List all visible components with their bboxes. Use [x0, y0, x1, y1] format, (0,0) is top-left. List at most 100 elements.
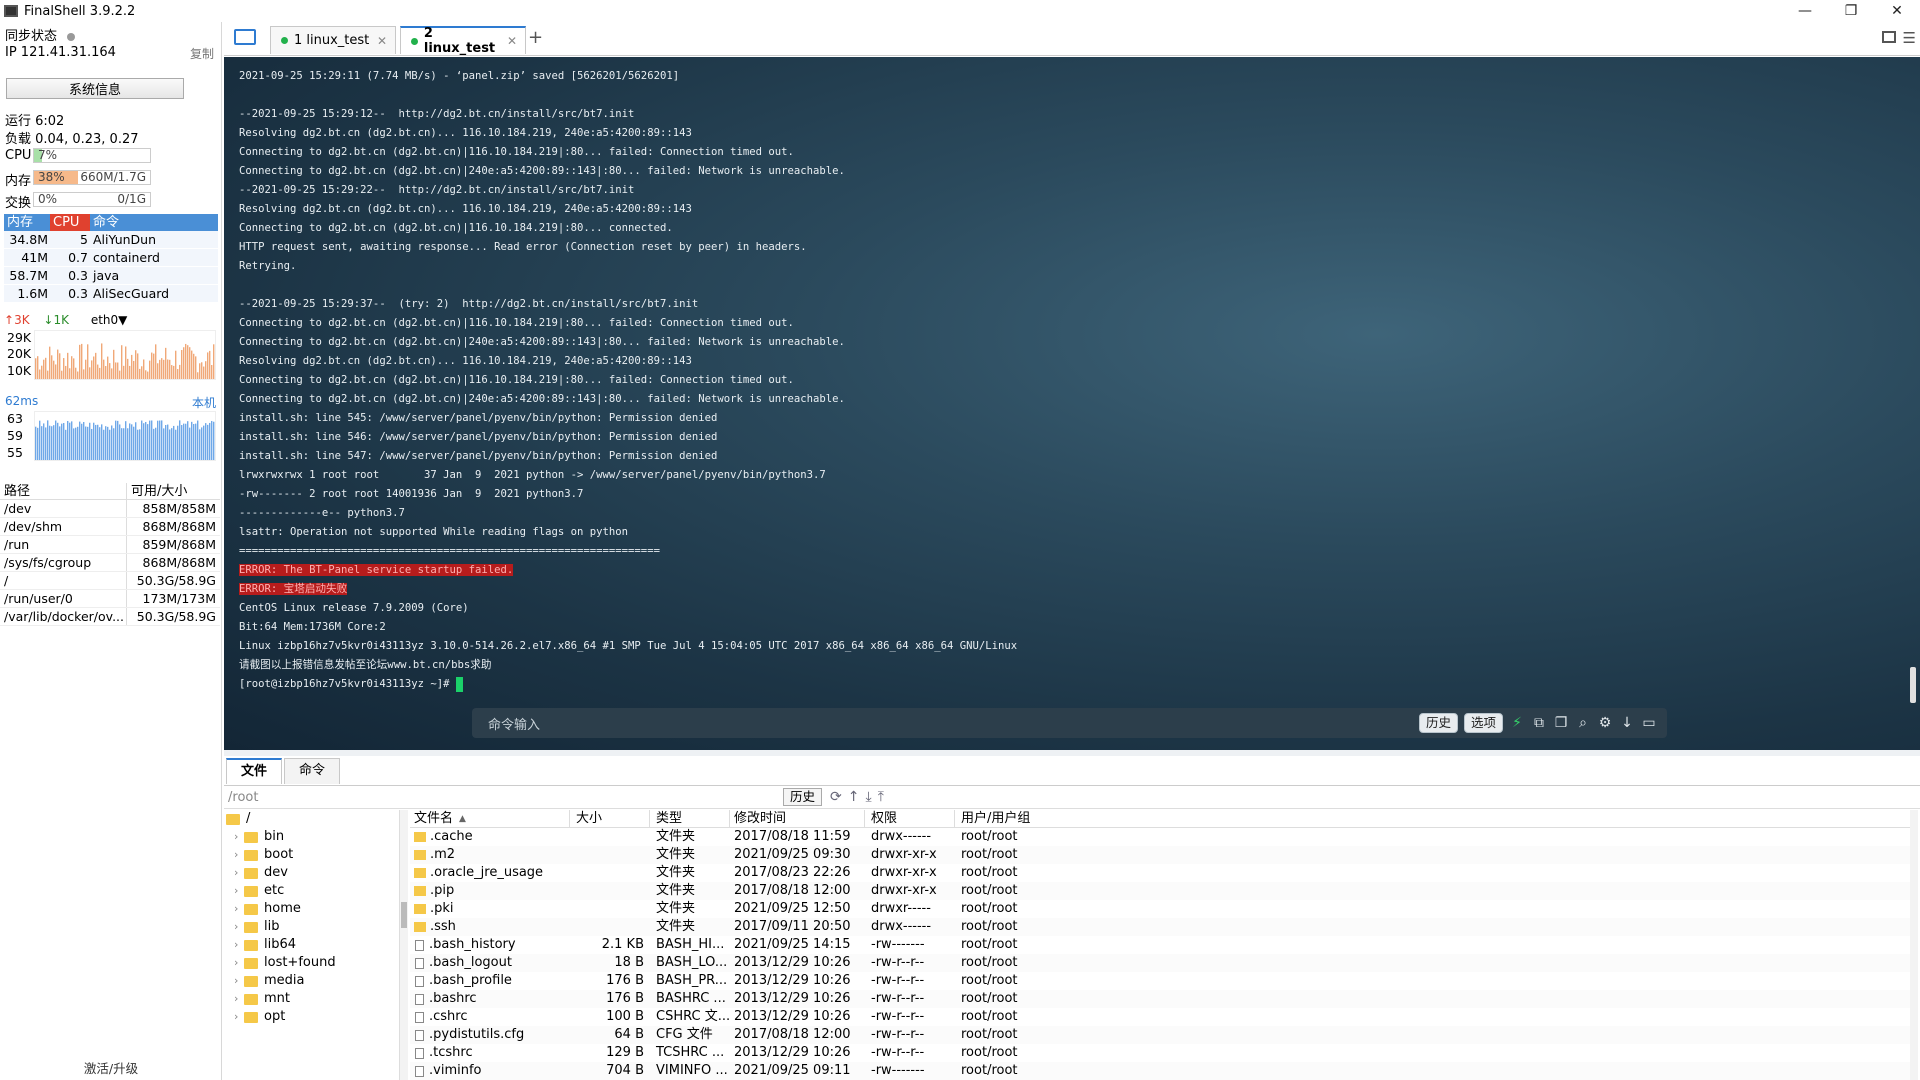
proc-header-cpu[interactable]: CPU — [50, 214, 90, 231]
paste-icon[interactable]: ❐ — [1553, 715, 1569, 731]
col-modified[interactable]: 修改时间 — [730, 810, 865, 827]
command-input-bar[interactable]: 命令输入 历史 选项 ⚡ ⧉ ❐ ⌕ ⚙ ↓ ▭ — [472, 708, 1667, 738]
disk-row[interactable]: /run/user/0 173M/173M — [0, 590, 220, 608]
copy-icon[interactable]: ⧉ — [1531, 715, 1547, 731]
file-rows: .cache 文件夹 2017/08/18 11:59 drwx------ root/… — [410, 828, 1910, 1080]
ping-target[interactable]: 本机 — [192, 394, 216, 411]
tree-expand-icon[interactable]: › — [234, 954, 244, 972]
system-info-button[interactable]: 系统信息 — [6, 78, 184, 99]
tree-expand-icon[interactable]: › — [234, 900, 244, 918]
close-icon[interactable]: ✕ — [1874, 0, 1920, 22]
lightning-icon[interactable]: ⚡ — [1509, 715, 1525, 731]
tree-node[interactable]: › mnt — [224, 990, 399, 1008]
gear-icon[interactable]: ⚙ — [1597, 715, 1613, 731]
tree-node[interactable]: › lib64 — [224, 936, 399, 954]
file-row[interactable]: .tcshrc 129 B TCSHRC ... 2013/12/29 10:26 -r… — [410, 1044, 1910, 1062]
minimize-icon[interactable]: — — [1782, 0, 1828, 22]
terminal-line: Connecting to dg2.bt.cn (dg2.bt.cn)|116.… — [239, 317, 794, 329]
upload-file-icon[interactable]: ⤒ — [878, 789, 884, 805]
file-row[interactable]: .bash_history 2.1 KB BASH_HI... 2021/09/25 … — [410, 936, 1910, 954]
command-input[interactable]: 命令输入 — [488, 714, 540, 733]
close-tab-icon[interactable]: ✕ — [507, 34, 517, 48]
close-tab-icon[interactable]: ✕ — [377, 34, 387, 48]
tree-expand-icon[interactable]: › — [234, 918, 244, 936]
refresh-icon[interactable]: ⟳ — [830, 789, 842, 805]
history-button[interactable]: 历史 — [1418, 713, 1458, 733]
network-interface-select[interactable]: eth0 — [91, 313, 118, 327]
path-history-button[interactable]: 历史 — [783, 788, 823, 806]
layout-grid-icon[interactable] — [1882, 31, 1896, 43]
file-row[interactable]: .cshrc 100 B CSHRC 文... 2013/12/29 10:26 -rw… — [410, 1008, 1910, 1026]
tab-files[interactable]: 文件 — [226, 758, 283, 784]
tree-expand-icon[interactable]: › — [234, 936, 244, 954]
proc-header-cmd[interactable]: 命令 — [90, 214, 218, 231]
file-row[interactable]: .pip 文件夹 2017/08/18 12:00 drwxr-xr-x root/ro… — [410, 882, 1910, 900]
terminal[interactable]: 2021-09-25 15:29:11 (7.74 MB/s) - ‘panel… — [224, 57, 1920, 750]
tree-scrollbar[interactable] — [400, 810, 408, 1080]
tree-node[interactable]: › lib — [224, 918, 399, 936]
download-icon[interactable]: ↓ — [1619, 715, 1635, 731]
disk-row[interactable]: /var/lib/docker/ov... 50.3G/58.9G — [0, 608, 220, 626]
chevron-down-icon[interactable]: ▼ — [118, 313, 127, 327]
col-type[interactable]: 类型 — [650, 810, 730, 827]
folder-open-icon[interactable] — [234, 29, 256, 45]
path-input[interactable]: /root — [228, 790, 783, 805]
tree-expand-icon[interactable]: › — [234, 1008, 244, 1026]
tree-node[interactable]: › media — [224, 972, 399, 990]
tree-scroll-thumb[interactable] — [401, 902, 407, 928]
terminal-scrollbar[interactable] — [1910, 667, 1916, 703]
file-row[interactable]: .bash_logout 18 B BASH_LO... 2013/12/29 10:… — [410, 954, 1910, 972]
tree-node[interactable]: › opt — [224, 1008, 399, 1026]
tree-node[interactable]: › lost+found — [224, 954, 399, 972]
file-row[interactable]: .viminfo 704 B VIMINFO ... 2021/09/25 09:11… — [410, 1062, 1910, 1080]
file-row[interactable]: .bash_profile 176 B BASH_PR... 2013/12/29 1… — [410, 972, 1910, 990]
disk-row[interactable]: / 50.3G/58.9G — [0, 572, 220, 590]
file-row[interactable]: .pki 文件夹 2021/09/25 12:50 drwxr----- root/ro… — [410, 900, 1910, 918]
file-list-scrollbar[interactable] — [1910, 810, 1918, 1080]
copy-ip-button[interactable]: 复制 — [190, 45, 214, 62]
process-row[interactable]: 1.6M 0.3 AliSecGuard — [4, 285, 218, 303]
col-permission[interactable]: 权限 — [865, 810, 955, 827]
tree-node[interactable]: › dev — [224, 864, 399, 882]
tree-node[interactable]: / — [224, 810, 399, 828]
proc-header-mem[interactable]: 内存 — [4, 214, 50, 231]
tree-node[interactable]: › etc — [224, 882, 399, 900]
tree-expand-icon[interactable]: › — [234, 846, 244, 864]
file-row[interactable]: .pydistutils.cfg 64 B CFG 文件 2017/08/18 12:… — [410, 1026, 1910, 1044]
download-file-icon[interactable]: ⤓ — [865, 789, 871, 805]
file-row[interactable]: .ssh 文件夹 2017/09/11 20:50 drwx------ root/ro… — [410, 918, 1910, 936]
process-row[interactable]: 41M 0.7 containerd — [4, 249, 218, 267]
col-name[interactable]: 文件名 ▲ — [410, 810, 570, 827]
tree-node[interactable]: › home — [224, 900, 399, 918]
menu-icon[interactable]: ☰ — [1903, 29, 1916, 47]
disk-row[interactable]: /run 859M/868M — [0, 536, 220, 554]
tree-expand-icon[interactable]: › — [234, 828, 244, 846]
maximize-icon[interactable]: ▭ — [1641, 715, 1657, 731]
tree-expand-icon[interactable]: › — [234, 882, 244, 900]
process-row[interactable]: 34.8M 5 AliYunDun — [4, 231, 218, 249]
file-row[interactable]: .cache 文件夹 2017/08/18 11:59 drwx------ root/… — [410, 828, 1910, 846]
disk-row[interactable]: /dev 858M/858M — [0, 500, 220, 518]
tab-session-2[interactable]: 2 linux_test ✕ — [400, 26, 526, 56]
file-row[interactable]: .m2 文件夹 2021/09/25 09:30 drwxr-xr-x root/roo… — [410, 846, 1910, 864]
add-tab-icon[interactable]: + — [528, 27, 543, 48]
col-size[interactable]: 大小 — [570, 810, 650, 827]
process-row[interactable]: 58.7M 0.3 java — [4, 267, 218, 285]
tree-expand-icon[interactable]: › — [234, 864, 244, 882]
tab-session-1[interactable]: 1 linux_test ✕ — [270, 26, 396, 54]
disk-row[interactable]: /sys/fs/cgroup 868M/868M — [0, 554, 220, 572]
tree-expand-icon[interactable]: › — [234, 990, 244, 1008]
file-row[interactable]: .oracle_jre_usage 文件夹 2017/08/23 22:26 drwx… — [410, 864, 1910, 882]
tree-expand-icon[interactable]: › — [234, 972, 244, 990]
col-owner[interactable]: 用户/用户组 — [955, 810, 1055, 827]
file-row[interactable]: .bashrc 176 B BASHRC ... 2013/12/29 10:26 -r… — [410, 990, 1910, 1008]
search-icon[interactable]: ⌕ — [1575, 715, 1591, 731]
restore-icon[interactable]: ❐ — [1828, 0, 1874, 22]
tab-commands[interactable]: 命令 — [284, 758, 341, 784]
tree-node[interactable]: › boot — [224, 846, 399, 864]
up-directory-icon[interactable]: ↑ — [848, 789, 860, 805]
options-button[interactable]: 选项 — [1463, 713, 1503, 733]
activate-upgrade-link[interactable]: 激活/升级 — [0, 1058, 222, 1077]
disk-row[interactable]: /dev/shm 868M/868M — [0, 518, 220, 536]
tree-node[interactable]: › bin — [224, 828, 399, 846]
